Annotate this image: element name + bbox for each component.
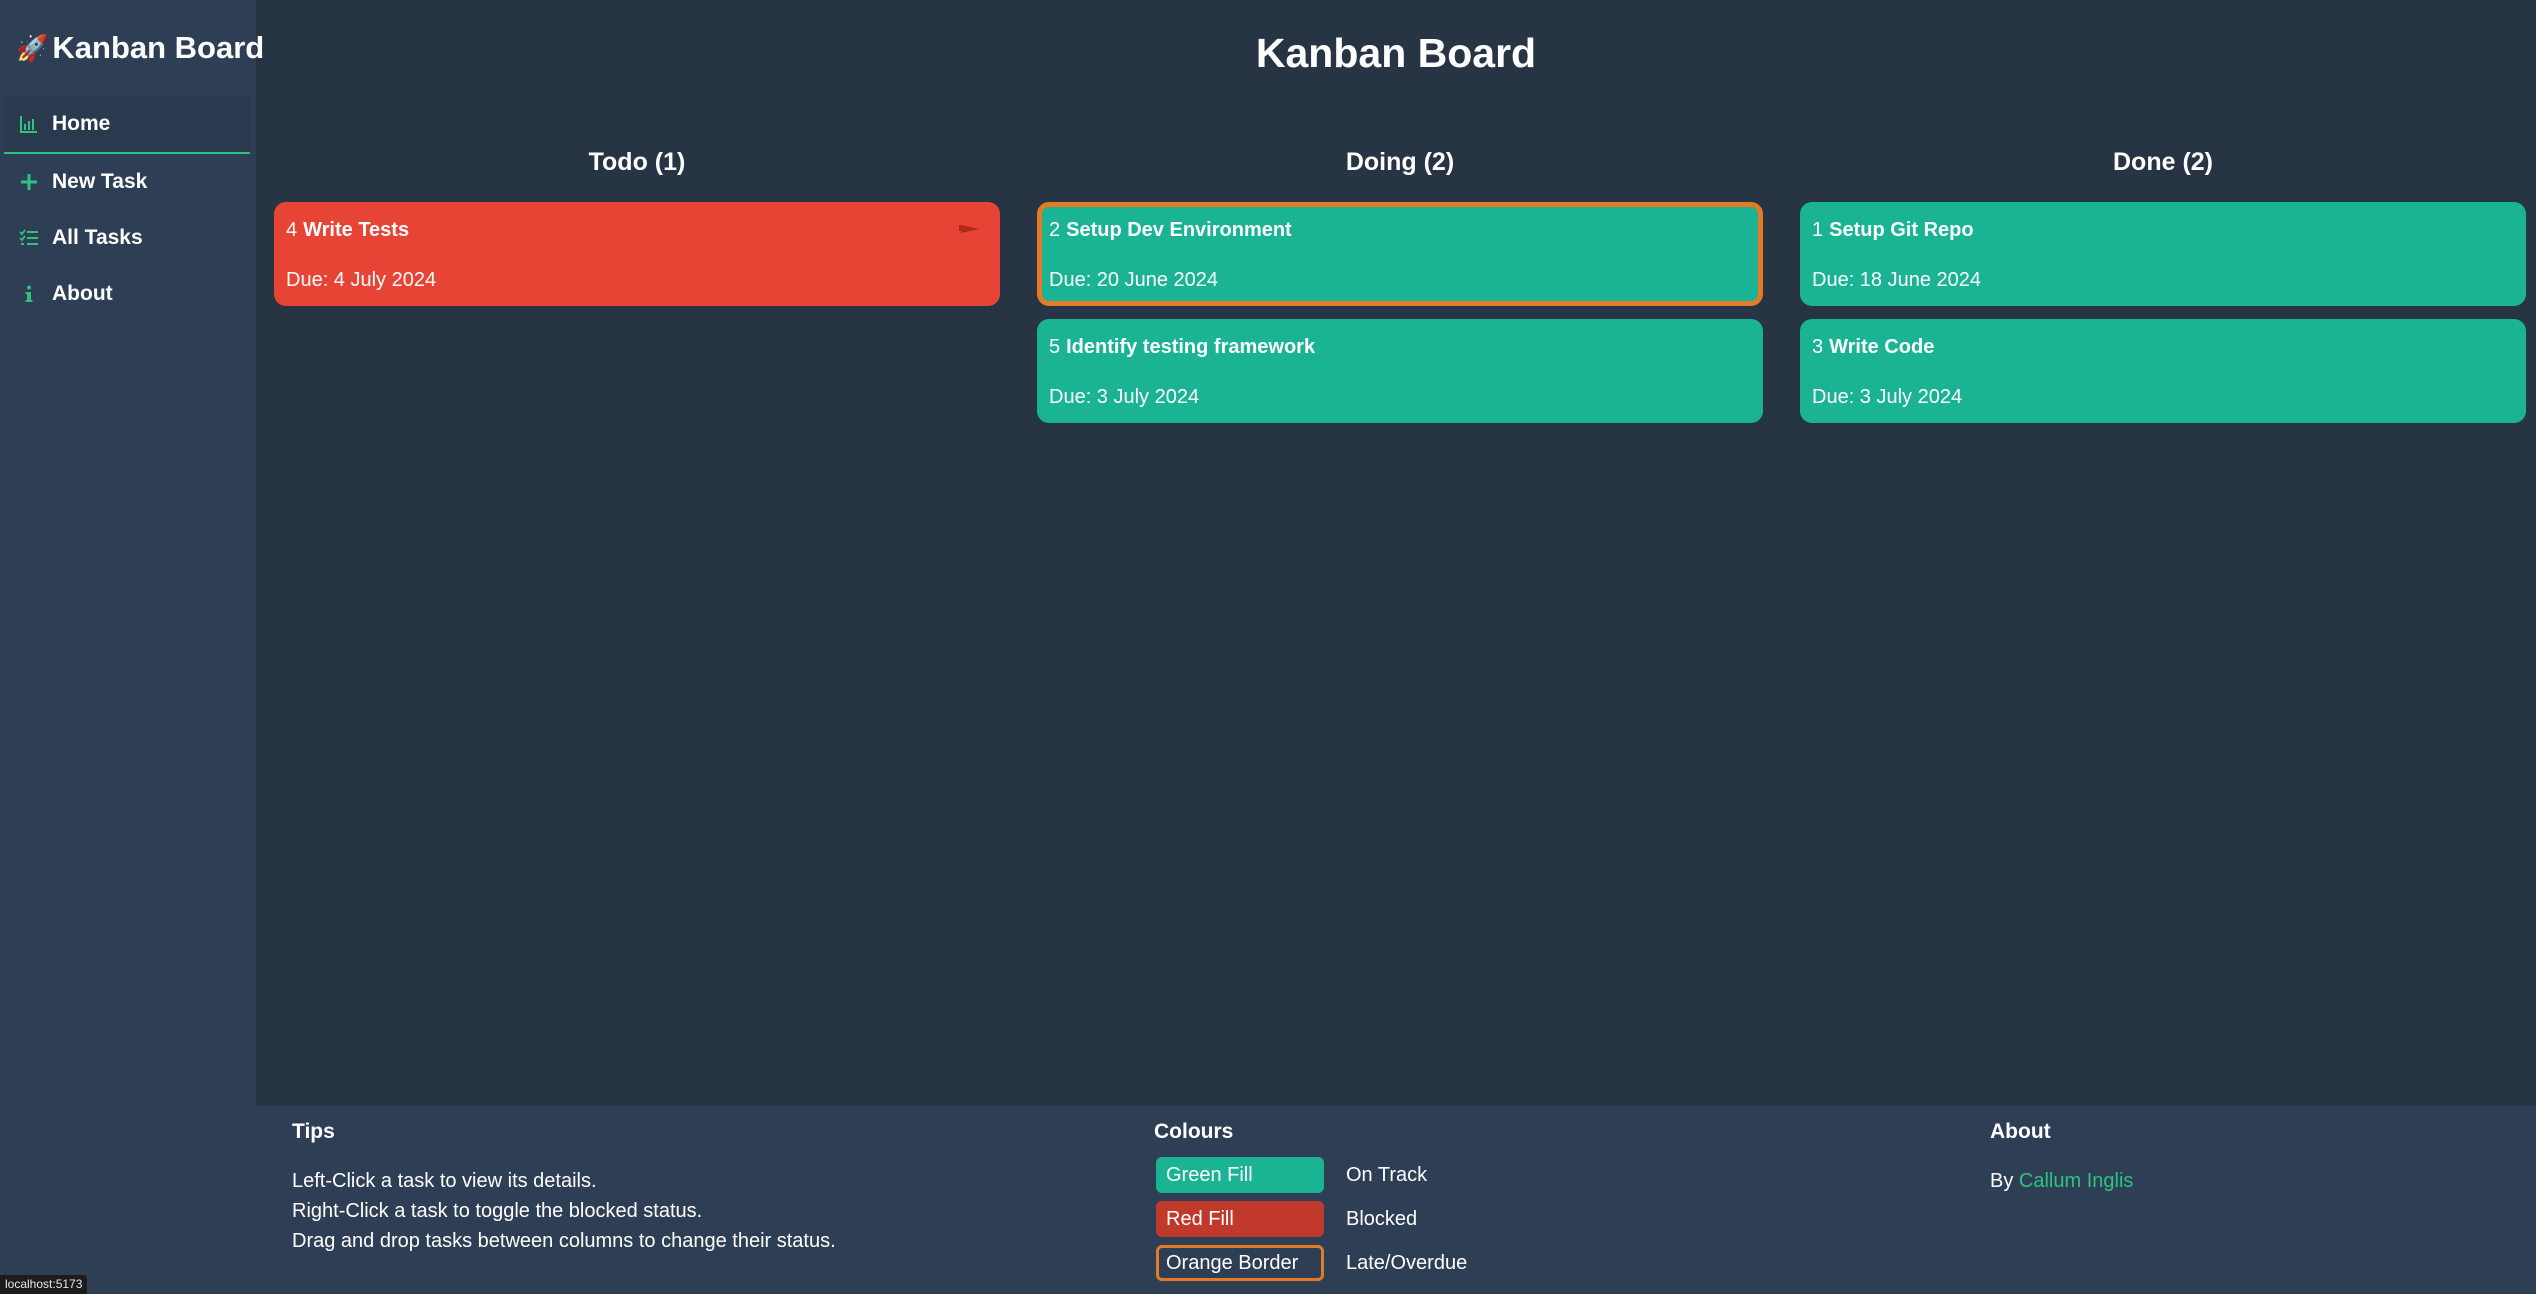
task-id: 4: [286, 219, 298, 241]
sidebar-item-label: All Tasks: [52, 226, 143, 249]
task-due-date: Due: 18 June 2024: [1812, 269, 1982, 291]
list-icon: [18, 227, 40, 249]
colours-legend: Colours Green Fill On Track Red Fill Blo…: [1154, 1120, 1467, 1282]
task-heading: 4 Write Tests: [286, 216, 988, 244]
task-title: Write Tests: [303, 219, 410, 241]
sidebar-item-about[interactable]: About: [0, 266, 250, 322]
task-card[interactable]: 4 Write Tests Due: 4 July 2024: [274, 202, 1000, 306]
task-due-date: Due: 3 July 2024: [1812, 386, 1963, 408]
legend-swatch-green: Green Fill: [1156, 1157, 1324, 1193]
task-title: Identify testing framework: [1066, 336, 1316, 358]
board: Kanban Board Todo (1) 4 Write Tests Due: …: [256, 0, 2536, 1106]
task-title: Setup Git Repo: [1829, 219, 1974, 241]
tips-heading: Tips: [292, 1120, 335, 1143]
tip-item: Left-Click a task to view its details.: [292, 1170, 597, 1192]
legend-row: Red Fill Blocked: [1154, 1200, 1467, 1238]
legend-swatch-orange: Orange Border: [1156, 1245, 1324, 1281]
sidebar-item-new-task[interactable]: New Task: [0, 154, 250, 210]
task-heading: 5 Identify testing framework: [1049, 333, 1751, 361]
author-link[interactable]: Callum Inglis: [2019, 1170, 2133, 1192]
info-icon: [18, 283, 40, 305]
app: 🚀 Kanban Board Home New Task All Tasks A…: [0, 0, 2536, 1294]
sidebar-nav: Home New Task All Tasks About: [0, 96, 250, 322]
chart-icon: [18, 113, 40, 135]
column-header: Doing (2): [1345, 148, 1455, 176]
task-id: 2: [1049, 219, 1061, 241]
about-section: About By Callum Inglis: [1990, 1120, 2133, 1196]
task-title: Setup Dev Environment: [1066, 219, 1292, 241]
legend-swatch-red: Red Fill: [1156, 1201, 1324, 1237]
task-title: Write Code: [1829, 336, 1935, 358]
task-heading: 1 Setup Git Repo: [1812, 216, 2514, 244]
colours-heading: Colours: [1154, 1120, 1234, 1143]
task-due-date: Due: 4 July 2024: [286, 269, 437, 291]
task-id: 5: [1049, 336, 1061, 358]
byline-prefix: By: [1990, 1170, 2014, 1192]
plus-icon: [18, 171, 40, 193]
task-card[interactable]: 2 Setup Dev Environment Due: 20 June 2024: [1037, 202, 1763, 306]
tip-item: Drag and drop tasks between columns to c…: [292, 1230, 836, 1252]
author-byline: By Callum Inglis: [1990, 1166, 2133, 1196]
task-heading: 3 Write Code: [1812, 333, 2514, 361]
brand-title: Kanban Board: [52, 30, 265, 65]
legend-row: Orange Border Late/Overdue: [1154, 1244, 1467, 1282]
sidebar-item-all-tasks[interactable]: All Tasks: [0, 210, 250, 266]
sidebar-item-label: Home: [52, 112, 111, 135]
column-done[interactable]: Done (2) 1 Setup Git Repo Due: 18 June 20…: [1800, 142, 2526, 436]
column-todo[interactable]: Todo (1) 4 Write Tests Due: 4 July 2024: [274, 142, 1000, 319]
tips-list: Left-Click a task to view its details. R…: [292, 1166, 836, 1256]
task-id: 3: [1812, 336, 1824, 358]
legend-meaning: Late/Overdue: [1346, 1251, 1468, 1274]
legend-meaning: Blocked: [1346, 1207, 1418, 1230]
rocket-icon: 🚀: [16, 32, 49, 63]
sidebar-item-label: About: [52, 282, 113, 305]
task-card[interactable]: 3 Write Code Due: 3 July 2024: [1800, 319, 2526, 423]
task-card[interactable]: 1 Setup Git Repo Due: 18 June 2024: [1800, 202, 2526, 306]
page-title: Kanban Board: [1255, 30, 1537, 76]
sidebar: 🚀 Kanban Board Home New Task All Tasks A…: [0, 0, 264, 1294]
column-header: Done (2): [2113, 148, 2213, 176]
about-heading: About: [1990, 1120, 2051, 1143]
brand[interactable]: 🚀 Kanban Board: [16, 30, 264, 66]
task-heading: 2 Setup Dev Environment: [1049, 216, 1751, 244]
tips-section: Tips Left-Click a task to view its detai…: [292, 1120, 836, 1256]
task-card[interactable]: 5 Identify testing framework Due: 3 July …: [1037, 319, 1763, 423]
task-id: 1: [1812, 219, 1824, 241]
sidebar-item-home[interactable]: Home: [4, 96, 250, 154]
task-due-date: Due: 20 June 2024: [1049, 269, 1219, 291]
footer: Tips Left-Click a task to view its detai…: [256, 1106, 2536, 1294]
sidebar-item-label: New Task: [52, 170, 148, 193]
column-doing[interactable]: Doing (2) 2 Setup Dev Environment Due: 20…: [1037, 142, 1763, 436]
column-header: Todo (1): [588, 148, 686, 176]
task-due-date: Due: 3 July 2024: [1049, 386, 1200, 408]
tip-item: Right-Click a task to toggle the blocked…: [292, 1200, 703, 1222]
legend-meaning: On Track: [1346, 1163, 1428, 1186]
flag-icon: [959, 225, 979, 233]
status-bar-url: localhost:5173: [0, 1275, 88, 1294]
legend-row: Green Fill On Track: [1154, 1156, 1467, 1194]
